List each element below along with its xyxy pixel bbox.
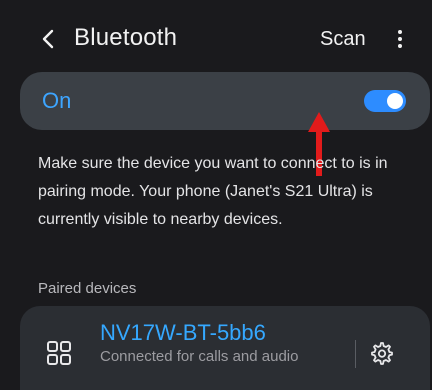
divider [355,340,356,368]
settings-gear-icon[interactable] [368,340,394,366]
scan-button[interactable]: Scan [320,28,366,51]
paired-devices-heading: Paired devices [38,280,137,297]
paired-device-item[interactable]: NV17W-BT-5bb6 Connected for calls and au… [20,306,430,390]
more-options-icon [398,30,402,48]
device-grid-icon [47,341,71,365]
device-name: NV17W-BT-5bb6 [100,320,266,345]
bluetooth-switch[interactable] [364,90,406,112]
back-button[interactable] [38,24,58,54]
device-status: Connected for calls and audio [100,348,299,365]
toggle-label: On [42,88,72,113]
switch-knob [387,93,403,109]
app-header: Bluetooth Scan [0,0,432,78]
page-title: Bluetooth [74,24,178,51]
back-arrow-icon [42,29,54,49]
bluetooth-toggle-row[interactable]: On [20,72,430,130]
more-options-button[interactable] [394,28,406,50]
visibility-info-text: Make sure the device you want to connect… [38,155,388,228]
